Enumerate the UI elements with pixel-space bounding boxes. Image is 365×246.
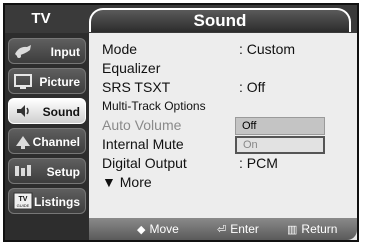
footer-left-fill <box>5 218 89 240</box>
sidebar-item-label: Channel <box>32 135 80 149</box>
srs-tsxt-value: : Off <box>239 79 266 95</box>
menu-item-more[interactable]: ▼ More <box>102 174 152 190</box>
return-hint: ▥ Return <box>287 218 337 241</box>
menu-item-internal-mute[interactable]: Internal Mute <box>102 136 184 152</box>
page-title: Sound <box>89 8 351 32</box>
sidebar: Input Picture Sound Channel Setup TV GUI… <box>5 33 89 218</box>
picture-icon <box>14 74 32 89</box>
sound-icon <box>17 105 29 117</box>
return-hint-label: Return <box>301 222 338 236</box>
svg-text:GUIDE: GUIDE <box>17 203 30 208</box>
sidebar-item-label: Picture <box>39 75 80 89</box>
menu-item-auto-volume[interactable]: Auto Volume <box>102 117 181 133</box>
menu-item-multi-track[interactable]: Multi-Track Options <box>102 99 206 113</box>
digital-output-value: : PCM <box>239 155 278 171</box>
enter-hint: ⏎ Enter <box>217 218 259 241</box>
setup-icon <box>15 165 31 176</box>
footer-hint-bar: ◆ Move ⏎ Enter ▥ Return <box>89 218 357 240</box>
sidebar-item-label: Setup <box>46 165 80 179</box>
header-bar: TV Sound <box>5 5 357 33</box>
move-icon: ◆ <box>137 224 146 236</box>
channel-icon <box>16 136 30 149</box>
enter-hint-label: Enter <box>230 222 259 236</box>
sidebar-item-label: Input <box>50 45 80 59</box>
sidebar-item-sound[interactable]: Sound <box>8 98 86 124</box>
tv-menu-frame: TV Sound Input Picture Sound Channel Set… <box>3 3 359 242</box>
menu-item-srs-tsxt[interactable]: SRS TSXT <box>102 79 170 95</box>
tv-label: TV <box>31 10 51 27</box>
guide-icon: TV GUIDE <box>13 192 33 210</box>
move-hint-label: Move <box>149 222 179 236</box>
enter-icon: ⏎ <box>217 224 227 236</box>
auto-volume-option-off[interactable]: Off <box>235 117 325 135</box>
sidebar-item-channel[interactable]: Channel <box>8 128 86 154</box>
auto-volume-option-on[interactable]: On <box>235 136 325 154</box>
input-icon <box>15 45 31 58</box>
return-icon: ▥ <box>287 224 298 236</box>
mode-value: : Custom <box>239 41 296 57</box>
menu-item-equalizer[interactable]: Equalizer <box>102 60 160 76</box>
sidebar-item-setup[interactable]: Setup <box>8 158 86 184</box>
move-hint: ◆ Move <box>137 218 179 241</box>
sidebar-item-label: Listings <box>33 195 80 209</box>
sidebar-item-listings[interactable]: TV GUIDE Listings <box>8 188 86 214</box>
sidebar-item-label: Sound <box>42 105 80 119</box>
sidebar-item-picture[interactable]: Picture <box>8 68 86 94</box>
menu-item-mode[interactable]: Mode <box>102 41 137 57</box>
svg-text:TV: TV <box>19 196 28 203</box>
sound-menu-panel: Mode : Custom Equalizer SRS TSXT : Off M… <box>89 33 357 218</box>
menu-item-digital-output[interactable]: Digital Output <box>102 155 187 171</box>
sidebar-item-input[interactable]: Input <box>8 38 86 64</box>
